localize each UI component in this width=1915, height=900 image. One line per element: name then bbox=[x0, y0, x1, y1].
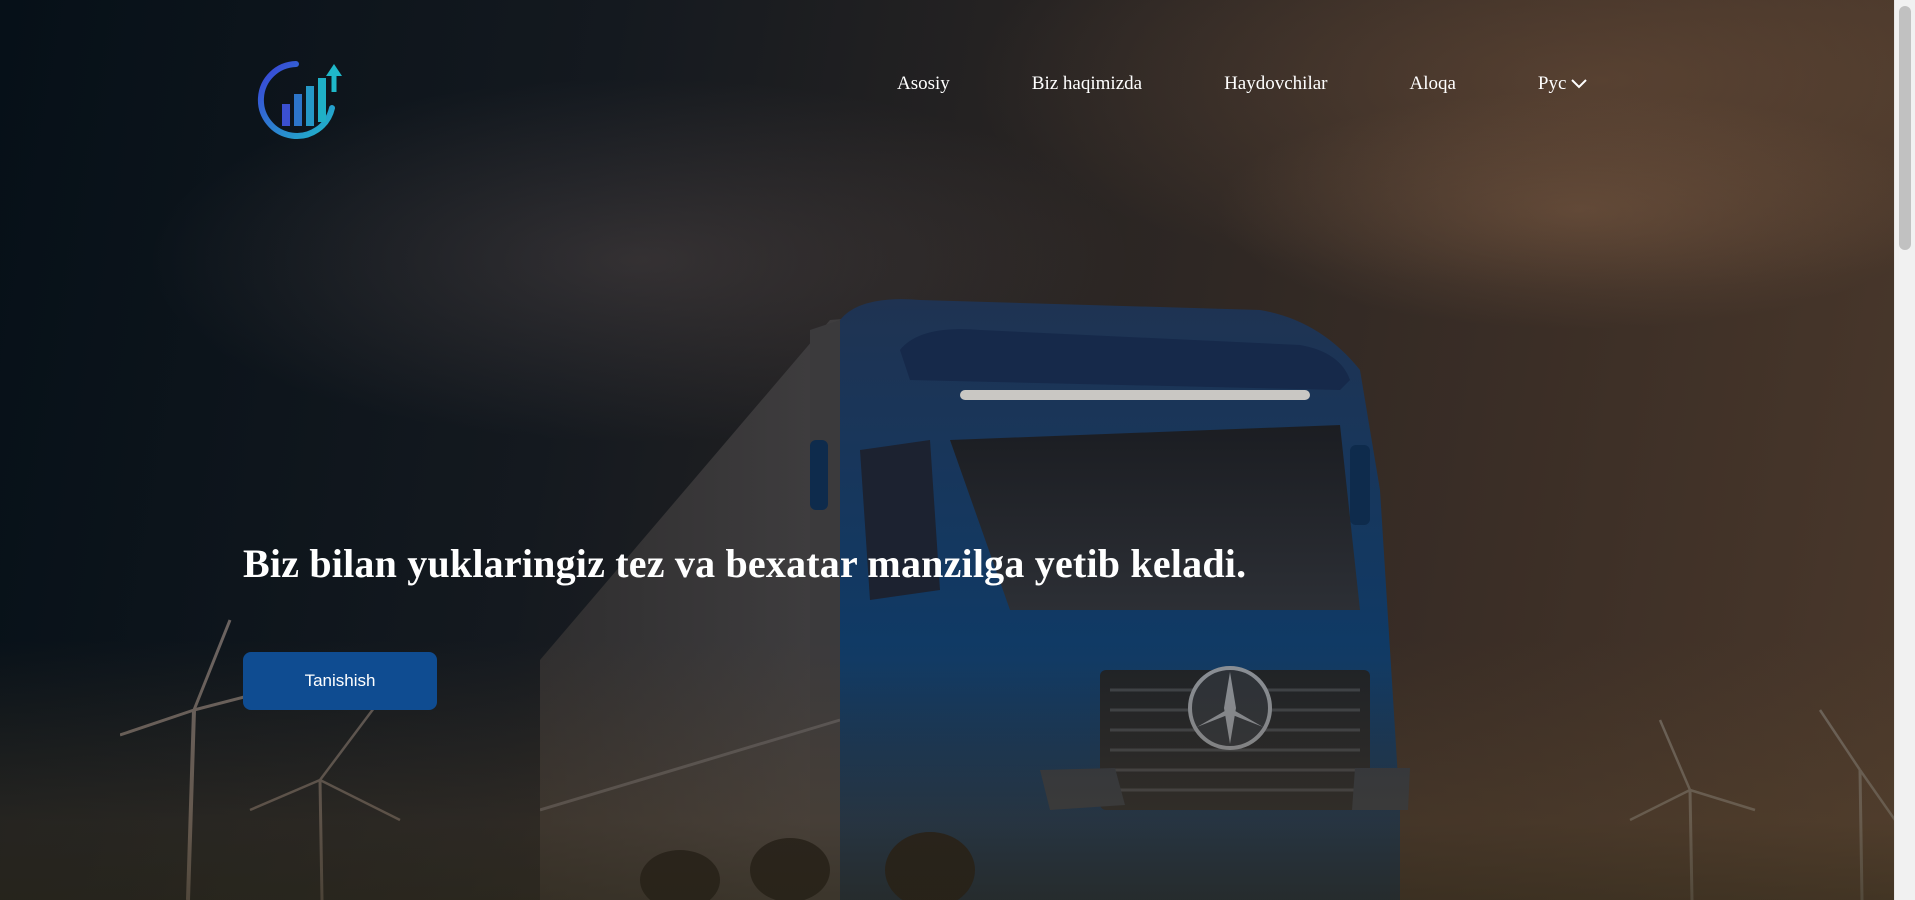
nav-link-biz-haqimizda[interactable]: Biz haqimizda bbox=[1032, 73, 1142, 95]
growth-chart-logo-icon[interactable] bbox=[256, 58, 348, 144]
page-scrollbar[interactable] bbox=[1894, 0, 1915, 900]
tanishish-button[interactable]: Tanishish bbox=[243, 652, 437, 710]
chevron-down-icon bbox=[1571, 79, 1588, 89]
language-selector[interactable]: Рус bbox=[1538, 73, 1588, 95]
nav-link-aloqa[interactable]: Aloqa bbox=[1409, 73, 1455, 95]
nav-link-haydovchilar[interactable]: Haydovchilar bbox=[1224, 73, 1327, 95]
main-nav: Asosiy Biz haqimizda Haydovchilar Aloqa … bbox=[897, 70, 1588, 98]
hero-headline: Biz bilan yuklaringiz tez va bexatar man… bbox=[243, 541, 1247, 586]
nav-link-asosiy[interactable]: Asosiy bbox=[897, 73, 950, 95]
scrollbar-thumb[interactable] bbox=[1899, 6, 1911, 250]
language-label: Рус bbox=[1537, 73, 1567, 94]
